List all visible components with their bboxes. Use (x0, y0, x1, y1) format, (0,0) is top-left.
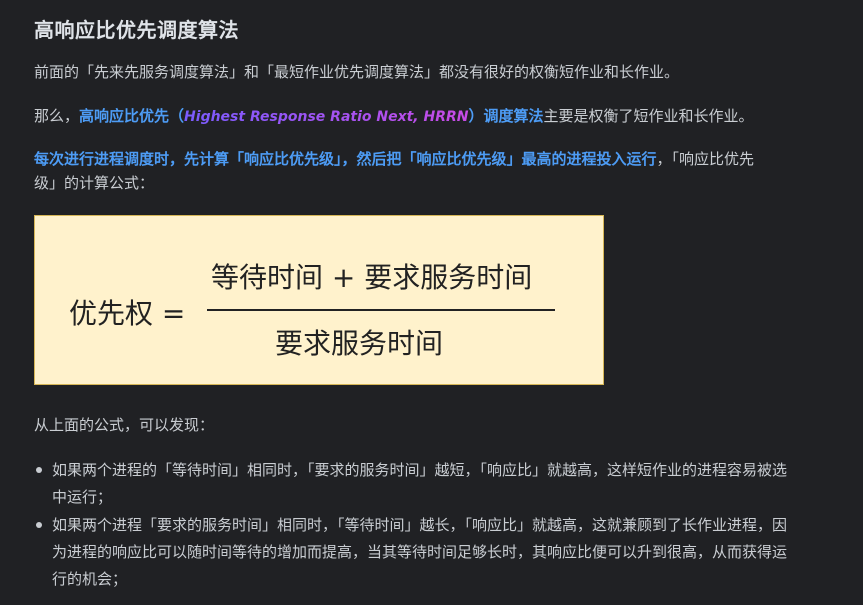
para2-prefix: 那么， (34, 107, 80, 125)
observation-paragraph: 从上面的公式，可以发现： (34, 416, 215, 434)
formula-numerator: 等待时间 + 要求服务时间 (211, 261, 533, 294)
priority-emphasis: 每次进行进程调度时，先计算「响应比优先级」，然后把「响应比优先级」最高的进程投入… (34, 150, 657, 168)
priority-paragraph: 每次进行进程调度时，先计算「响应比优先级」，然后把「响应比优先级」最高的进程投入… (34, 147, 774, 195)
close-paren: ） (468, 107, 484, 125)
formula-denominator: 要求服务时间 (275, 327, 444, 360)
section-title: 高响应比优先调度算法 (34, 18, 239, 42)
intro-paragraph: 前面的「先来先服务调度算法」和「最短作业优先调度算法」都没有很好的权衡短作业和长… (34, 63, 680, 81)
list-item: 如果两个进程的「等待时间」相同时，「要求的服务时间」越短，「响应比」就越高，这样… (36, 457, 792, 511)
formula-left: 优先权 = (69, 297, 186, 330)
fraction-bar (207, 309, 555, 311)
english-name: Highest Response Ratio Next, HRRN (184, 109, 469, 125)
para2-rest: 主要是权衡了短作业和长作业。 (543, 107, 754, 125)
open-paren: （ (169, 107, 185, 125)
formula-box: 优先权 = 等待时间 + 要求服务时间 要求服务时间 (34, 215, 604, 385)
algo-name: 高响应比优先 (79, 107, 170, 125)
list-item: 如果两个进程「要求的服务时间」相同时，「等待时间」越长，「响应比」就越高，这就兼… (36, 512, 792, 593)
observation-list: 如果两个进程的「等待时间」相同时，「要求的服务时间」越短，「响应比」就越高，这样… (34, 457, 792, 594)
hrrn-paragraph: 那么，高响应比优先（Highest Response Ratio Next, H… (34, 104, 774, 129)
algo-suffix: 调度算法 (483, 107, 544, 125)
